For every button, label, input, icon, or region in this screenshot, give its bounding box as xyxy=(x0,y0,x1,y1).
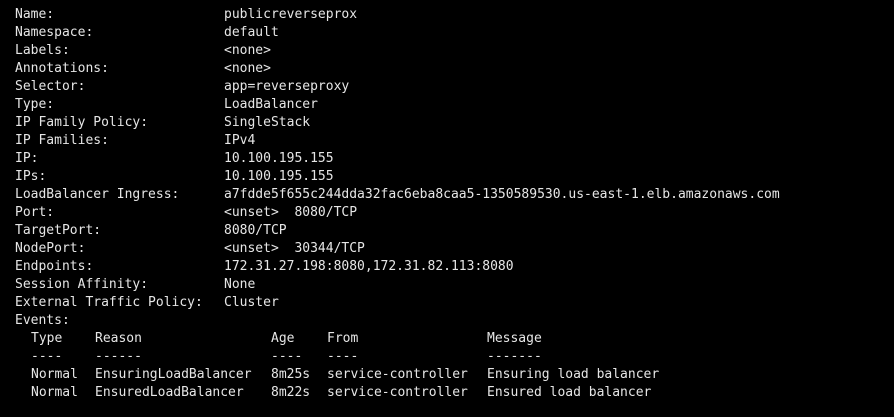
field-row-external-traffic-policy: External Traffic Policy: Cluster xyxy=(15,294,894,312)
field-key: Annotations: xyxy=(15,61,109,76)
field-key: Endpoints: xyxy=(15,259,94,274)
field-key: Namespace: xyxy=(15,25,94,40)
event-from: service-controller xyxy=(327,385,468,400)
field-value: <unset> 30344/TCP xyxy=(224,241,365,256)
field-value: 10.100.195.155 xyxy=(224,169,334,184)
field-key: IP Family Policy: xyxy=(15,115,149,130)
field-row-ip-families: IP Families: IPv4 xyxy=(15,132,894,150)
field-row-loadbalancer-ingress: LoadBalancer Ingress: a7fdde5f655c244dda… xyxy=(15,186,894,204)
field-row-annotations: Annotations: <none> xyxy=(15,60,894,78)
event-reason: EnsuredLoadBalancer xyxy=(95,385,244,400)
column-header-message: Message xyxy=(487,331,542,346)
events-heading: Events: xyxy=(15,313,70,328)
events-label: Events: xyxy=(15,312,894,330)
separator-reason: ------ xyxy=(95,349,142,364)
service-description: Name: publicreverseprox Namespace: defau… xyxy=(15,6,894,330)
event-type: Normal xyxy=(31,367,78,382)
field-row-nodeport: NodePort: <unset> 30344/TCP xyxy=(15,240,894,258)
field-row-selector: Selector: app=reverseproxy xyxy=(15,78,894,96)
events-header-row: Type Reason Age From Message xyxy=(31,330,894,348)
field-row-ip: IP: 10.100.195.155 xyxy=(15,150,894,168)
field-row-type: Type: LoadBalancer xyxy=(15,96,894,114)
field-key: Type: xyxy=(15,97,55,112)
field-value: default xyxy=(224,25,279,40)
field-key: Port: xyxy=(15,205,55,220)
terminal-window[interactable]: Name: publicreverseprox Namespace: defau… xyxy=(0,0,894,417)
field-value: None xyxy=(224,277,256,292)
field-value: app=reverseproxy xyxy=(224,79,350,94)
event-from: service-controller xyxy=(327,367,468,382)
column-header-reason: Reason xyxy=(95,331,142,346)
column-header-age: Age xyxy=(271,331,295,346)
field-key: Labels: xyxy=(15,43,70,58)
field-value: 8080/TCP xyxy=(224,223,287,238)
event-age: 8m22s xyxy=(271,385,311,400)
separator-type: ---- xyxy=(31,349,63,364)
field-key: IPs: xyxy=(15,169,47,184)
field-row-endpoints: Endpoints: 172.31.27.198:8080,172.31.82.… xyxy=(15,258,894,276)
table-row: Normal EnsuredLoadBalancer 8m22s service… xyxy=(31,384,894,402)
field-row-session-affinity: Session Affinity: None xyxy=(15,276,894,294)
field-key: NodePort: xyxy=(15,241,86,256)
field-value: 10.100.195.155 xyxy=(224,151,334,166)
events-separator-row: ---- ------ ---- ---- ------- xyxy=(31,348,894,366)
field-value: publicreverseprox xyxy=(224,7,358,22)
field-key: TargetPort: xyxy=(15,223,102,238)
field-row-ips: IPs: 10.100.195.155 xyxy=(15,168,894,186)
field-row-labels: Labels: <none> xyxy=(15,42,894,60)
event-message: Ensured load balancer xyxy=(487,385,652,400)
events-table: Type Reason Age From Message ---- ------… xyxy=(15,330,894,402)
field-value: a7fdde5f655c244dda32fac6eba8caa5-1350589… xyxy=(224,187,780,202)
field-value: IPv4 xyxy=(224,133,256,148)
field-row-name: Name: publicreverseprox xyxy=(15,6,894,24)
table-row: Normal EnsuringLoadBalancer 8m25s servic… xyxy=(31,366,894,384)
event-age: 8m25s xyxy=(271,367,311,382)
field-key: IP Families: xyxy=(15,133,109,148)
field-value: LoadBalancer xyxy=(224,97,318,112)
separator-from: ---- xyxy=(327,349,359,364)
separator-age: ---- xyxy=(271,349,303,364)
field-key: Name: xyxy=(15,7,55,22)
field-value: SingleStack xyxy=(224,115,311,130)
field-key: LoadBalancer Ingress: xyxy=(15,187,180,202)
field-row-namespace: Namespace: default xyxy=(15,24,894,42)
field-row-port: Port: <unset> 8080/TCP xyxy=(15,204,894,222)
field-value: <none> xyxy=(224,61,271,76)
separator-message: ------- xyxy=(487,349,542,364)
field-value: <none> xyxy=(224,43,271,58)
field-key: IP: xyxy=(15,151,39,166)
field-key: External Traffic Policy: xyxy=(15,295,203,310)
field-row-targetport: TargetPort: 8080/TCP xyxy=(15,222,894,240)
column-header-type: Type xyxy=(31,331,63,346)
column-header-from: From xyxy=(327,331,359,346)
field-value: <unset> 8080/TCP xyxy=(224,205,358,220)
field-row-ip-family-policy: IP Family Policy: SingleStack xyxy=(15,114,894,132)
event-reason: EnsuringLoadBalancer xyxy=(95,367,252,382)
field-value: 172.31.27.198:8080,172.31.82.113:8080 xyxy=(224,259,514,274)
field-key: Session Affinity: xyxy=(15,277,149,292)
field-value: Cluster xyxy=(224,295,279,310)
field-key: Selector: xyxy=(15,79,86,94)
event-message: Ensuring load balancer xyxy=(487,367,660,382)
event-type: Normal xyxy=(31,385,78,400)
